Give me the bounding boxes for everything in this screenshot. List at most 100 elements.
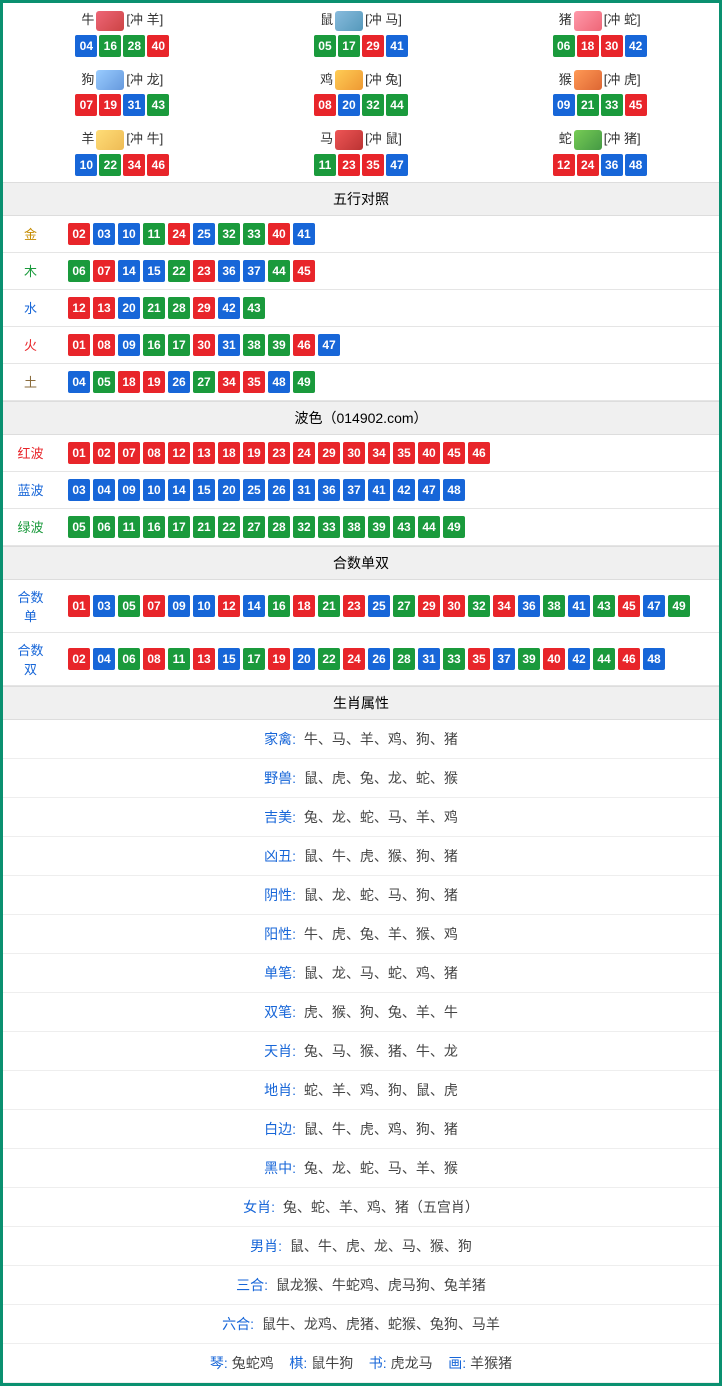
number-ball: 35 [393, 442, 415, 464]
row-numbers: 0108091617303138394647 [58, 326, 719, 363]
number-ball: 41 [293, 223, 315, 245]
zodiac-title: 猴[冲 虎] [480, 69, 719, 91]
number-ball: 21 [318, 595, 340, 617]
attr-row: 地肖: 蛇、羊、鸡、狗、鼠、虎 [3, 1071, 719, 1110]
number-ball: 49 [668, 595, 690, 617]
number-ball: 45 [618, 595, 640, 617]
number-ball: 42 [393, 479, 415, 501]
number-ball: 19 [143, 371, 165, 393]
zodiac-grid: 牛 [冲 羊] 04162840 鼠[冲 马] 05172941 猪 [冲 蛇] 0… [3, 3, 719, 182]
zodiac-icon [335, 130, 363, 150]
number-ball: 02 [68, 648, 90, 670]
row-label: 土 [3, 363, 58, 400]
number-ball: 17 [168, 334, 190, 356]
number-ball: 43 [593, 595, 615, 617]
attr-value: 鼠牛、龙鸡、虎猪、蛇猴、兔狗、马羊 [262, 1316, 500, 1332]
number-ball: 16 [268, 595, 290, 617]
number-ball: 41 [386, 35, 408, 57]
attr-key: 双笔: [264, 1004, 296, 1020]
number-ball: 08 [143, 648, 165, 670]
number-ball: 30 [601, 35, 623, 57]
number-ball: 24 [343, 648, 365, 670]
number-ball: 36 [218, 260, 240, 282]
zodiac-title: 牛 [冲 羊] [3, 9, 242, 31]
number-ball: 29 [318, 442, 340, 464]
table-row: 蓝波 03040910141520252631363741424748 [3, 471, 719, 508]
number-ball: 20 [293, 648, 315, 670]
zodiac-cell: 鼠[冲 马] 05172941 [242, 3, 481, 63]
number-ball: 44 [418, 516, 440, 538]
number-ball: 03 [93, 595, 115, 617]
qin-value: 兔蛇鸡 [232, 1355, 274, 1371]
number-ball: 48 [643, 648, 665, 670]
number-ball: 27 [393, 595, 415, 617]
number-ball: 40 [418, 442, 440, 464]
zodiac-icon [574, 130, 602, 150]
attr-row: 白边: 鼠、牛、虎、鸡、狗、猪 [3, 1110, 719, 1149]
zodiac-numbers: 04162840 [3, 35, 242, 57]
attr-value: 鼠龙猴、牛蛇鸡、虎马狗、兔羊猪 [276, 1277, 486, 1293]
zodiac-cell: 马[冲 鼠] 11233547 [242, 122, 481, 182]
number-ball: 12 [553, 154, 575, 176]
attr-key: 六合: [222, 1316, 254, 1332]
number-ball: 35 [362, 154, 384, 176]
number-ball: 31 [418, 648, 440, 670]
qin-row: 琴:兔蛇鸡 棋:鼠牛狗 书:虎龙马 画:羊猴猪 [3, 1344, 719, 1383]
zodiac-name: 鸡 [320, 72, 333, 87]
number-ball: 33 [443, 648, 465, 670]
header-wuxing: 五行对照 [3, 182, 719, 216]
zodiac-cell: 牛 [冲 羊] 04162840 [3, 3, 242, 63]
number-ball: 02 [68, 223, 90, 245]
number-ball: 26 [168, 371, 190, 393]
zodiac-name: 猪 [559, 12, 572, 27]
number-ball: 13 [193, 442, 215, 464]
qin-value: 虎龙马 [391, 1355, 433, 1371]
number-ball: 28 [123, 35, 145, 57]
number-ball: 36 [318, 479, 340, 501]
attr-key: 凶丑: [264, 848, 296, 864]
number-ball: 30 [443, 595, 465, 617]
number-ball: 47 [418, 479, 440, 501]
attr-key: 阳性: [264, 926, 296, 942]
number-ball: 45 [443, 442, 465, 464]
number-ball: 42 [218, 297, 240, 319]
number-ball: 34 [368, 442, 390, 464]
attr-row: 三合: 鼠龙猴、牛蛇鸡、虎马狗、兔羊猪 [3, 1266, 719, 1305]
zodiac-clash: [冲 羊] [126, 12, 163, 27]
number-ball: 13 [193, 648, 215, 670]
number-ball: 19 [99, 94, 121, 116]
qin-key: 画: [448, 1355, 466, 1371]
number-ball: 08 [143, 442, 165, 464]
attr-key: 吉美: [264, 809, 296, 825]
number-ball: 06 [118, 648, 140, 670]
table-row: 红波 0102070812131819232429303435404546 [3, 435, 719, 472]
number-ball: 33 [243, 223, 265, 245]
number-ball: 14 [118, 260, 140, 282]
zodiac-numbers: 12243648 [480, 154, 719, 176]
number-ball: 32 [293, 516, 315, 538]
row-numbers: 1213202128294243 [58, 289, 719, 326]
number-ball: 04 [93, 479, 115, 501]
zodiac-title: 鼠[冲 马] [242, 9, 481, 31]
zodiac-cell: 蛇[冲 猪] 12243648 [480, 122, 719, 182]
zodiac-clash: [冲 蛇] [604, 12, 641, 27]
number-ball: 23 [193, 260, 215, 282]
number-ball: 44 [268, 260, 290, 282]
number-ball: 29 [193, 297, 215, 319]
zodiac-numbers: 06183042 [480, 35, 719, 57]
attr-value: 鼠、牛、虎、猴、狗、猪 [304, 848, 458, 864]
zodiac-cell: 猪 [冲 蛇] 06183042 [480, 3, 719, 63]
number-ball: 01 [68, 442, 90, 464]
zodiac-title: 猪 [冲 蛇] [480, 9, 719, 31]
number-ball: 45 [293, 260, 315, 282]
number-ball: 25 [193, 223, 215, 245]
number-ball: 41 [568, 595, 590, 617]
number-ball: 47 [386, 154, 408, 176]
zodiac-name: 牛 [81, 12, 94, 27]
number-ball: 43 [147, 94, 169, 116]
number-ball: 08 [93, 334, 115, 356]
number-ball: 35 [243, 371, 265, 393]
number-ball: 25 [243, 479, 265, 501]
header-shengxiao: 生肖属性 [3, 686, 719, 720]
zodiac-clash: [冲 猪] [604, 131, 641, 146]
